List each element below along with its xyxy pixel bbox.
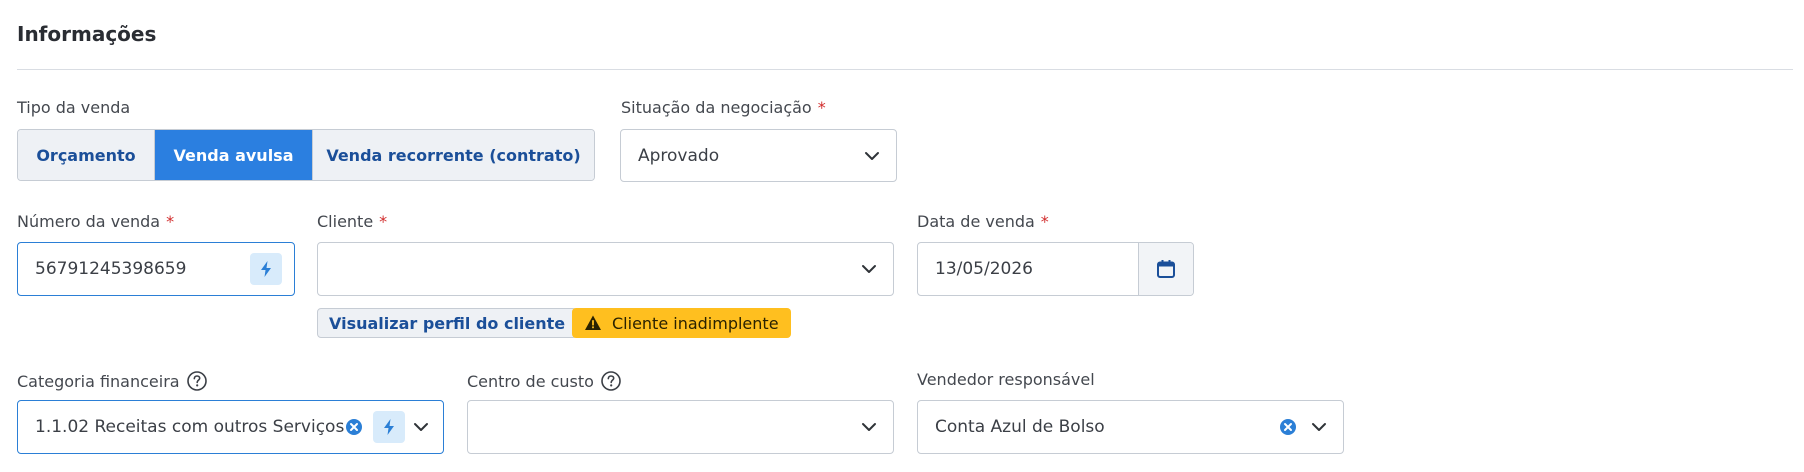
salesperson-value: Conta Azul de Bolso	[935, 417, 1105, 437]
chevron-down-icon	[859, 259, 879, 279]
sale-number-label: Número da venda *	[17, 212, 174, 231]
client-defaulter-badge: Cliente inadimplente	[572, 308, 791, 338]
client-label: Cliente *	[317, 212, 387, 231]
sale-number-label-text: Número da venda	[17, 212, 161, 231]
sale-date-value: 13/05/2026	[935, 259, 1033, 279]
sale-date-input[interactable]: 13/05/2026	[917, 242, 1194, 296]
chevron-down-icon	[859, 417, 879, 437]
view-client-profile-label: Visualizar perfil do cliente	[329, 313, 566, 333]
section-divider	[17, 69, 1793, 70]
required-mark: *	[166, 212, 175, 231]
cost-center-label-text: Centro de custo	[467, 371, 594, 391]
negotiation-status-value: Aprovado	[638, 145, 720, 166]
negotiation-status-label-text: Situação da negociação	[621, 98, 812, 117]
client-select[interactable]	[317, 242, 894, 296]
section-title: Informações	[17, 22, 157, 46]
financial-category-label-text: Categoria financeira	[17, 371, 180, 391]
sale-date-label: Data de venda *	[917, 212, 1049, 231]
financial-category-select[interactable]: 1.1.02 Receitas com outros Serviços	[17, 400, 444, 454]
cost-center-label: Centro de custo	[467, 370, 622, 392]
help-icon[interactable]	[186, 370, 208, 392]
salesperson-select[interactable]: Conta Azul de Bolso	[917, 400, 1344, 454]
chevron-down-icon	[1309, 417, 1329, 437]
financial-category-label: Categoria financeira	[17, 370, 208, 392]
salesperson-label: Vendedor responsável	[917, 370, 1095, 389]
view-client-profile-button[interactable]: Visualizar perfil do cliente	[317, 308, 578, 338]
negotiation-status-select[interactable]: Aprovado	[620, 129, 897, 182]
required-mark: *	[379, 212, 388, 231]
chevron-down-icon	[862, 146, 882, 166]
clear-icon[interactable]	[1279, 418, 1297, 436]
sale-number-value: 56791245398659	[35, 259, 187, 279]
sale-type-label: Tipo da venda	[17, 98, 130, 117]
financial-category-value: 1.1.02 Receitas com outros Serviços	[35, 417, 345, 437]
client-label-text: Cliente	[317, 212, 374, 231]
sale-type-option-venda-recorrente[interactable]: Venda recorrente (contrato)	[313, 130, 594, 180]
sale-type-label-text: Tipo da venda	[17, 98, 131, 117]
cost-center-select[interactable]	[467, 400, 894, 454]
clear-icon[interactable]	[345, 418, 363, 436]
client-defaulter-text: Cliente inadimplente	[612, 313, 779, 333]
lightning-icon[interactable]	[250, 253, 282, 285]
warning-icon	[584, 314, 602, 332]
sale-type-segmented-control: Orçamento Venda avulsa Venda recorrente …	[17, 129, 595, 181]
negotiation-status-label: Situação da negociação *	[621, 98, 826, 117]
sale-number-input[interactable]: 56791245398659	[17, 242, 295, 296]
lightning-icon[interactable]	[373, 411, 405, 443]
sale-type-option-venda-avulsa[interactable]: Venda avulsa	[155, 130, 313, 180]
required-mark: *	[817, 98, 826, 117]
chevron-down-icon	[411, 417, 431, 437]
calendar-icon[interactable]	[1138, 243, 1193, 295]
salesperson-label-text: Vendedor responsável	[917, 370, 1095, 389]
sale-date-label-text: Data de venda	[917, 212, 1035, 231]
sale-type-option-orcamento[interactable]: Orçamento	[18, 130, 155, 180]
help-icon[interactable]	[600, 370, 622, 392]
required-mark: *	[1040, 212, 1049, 231]
